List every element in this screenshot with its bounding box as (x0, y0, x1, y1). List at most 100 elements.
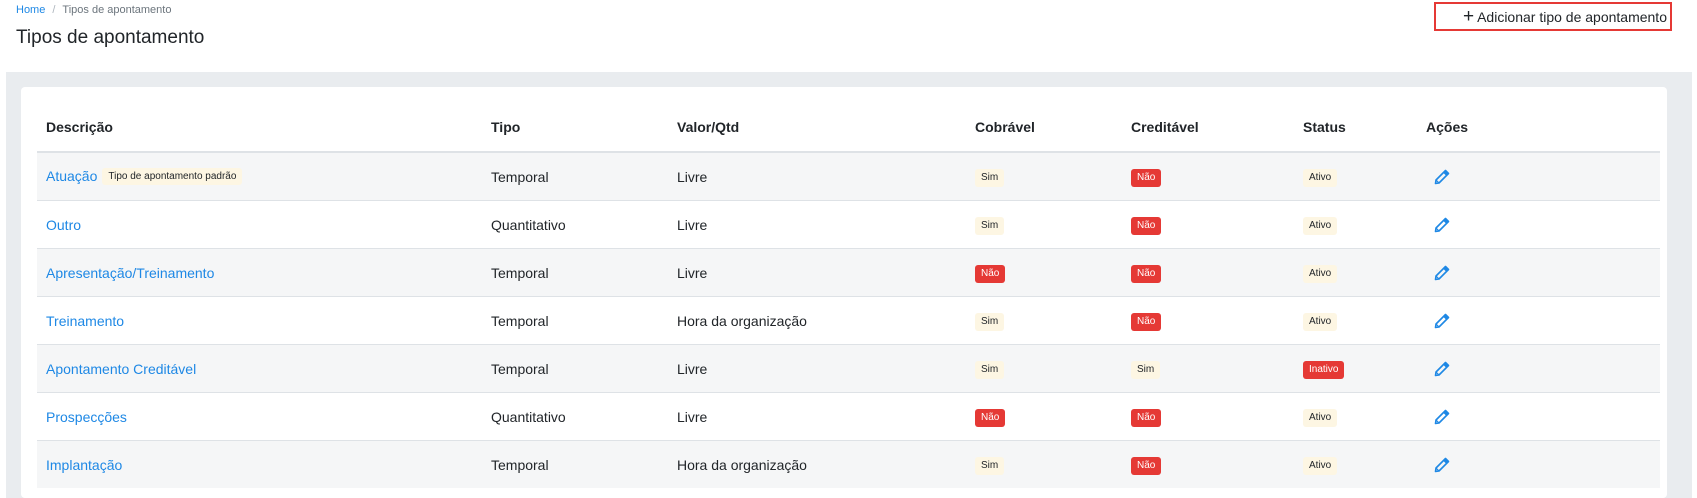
cobravel-badge: Sim (975, 456, 1005, 475)
cell-status: Ativo (1294, 248, 1417, 297)
cell-status: Ativo (1294, 392, 1417, 441)
cell-acoes (1417, 392, 1660, 441)
creditavel-badge: Não (1131, 216, 1162, 235)
cell-descricao: Apontamento Creditável (37, 344, 482, 393)
appointment-types-table: Descrição Tipo Valor/Qtd Cobrável Credit… (37, 103, 1660, 488)
cell-descricao: Prospecções (37, 392, 482, 441)
description-link[interactable]: Apontamento Creditável (46, 361, 196, 377)
pencil-icon[interactable] (1434, 361, 1450, 377)
cell-tipo: Quantitativo (482, 200, 668, 249)
status-badge: Ativo (1303, 312, 1338, 331)
table-row: Atuação Tipo de apontamento padrão Tempor… (37, 152, 1660, 201)
column-header-tipo[interactable]: Tipo (482, 103, 668, 153)
description-link[interactable]: Apresentação/Treinamento (46, 265, 214, 281)
cell-creditavel: Não (1122, 440, 1294, 488)
pencil-icon[interactable] (1434, 457, 1450, 473)
cell-cobravel: Sim (966, 344, 1122, 393)
cell-cobravel: Sim (966, 152, 1122, 201)
cell-valor: Livre (668, 200, 966, 249)
cell-status: Inativo (1294, 344, 1417, 393)
creditavel-badge: Não (1131, 168, 1162, 187)
column-header-descricao[interactable]: Descrição (37, 103, 482, 153)
breadcrumb-current: Tipos de apontamento (62, 4, 172, 16)
cell-cobravel: Sim (966, 440, 1122, 488)
page-title: Tipos de apontamento (16, 27, 205, 48)
pencil-icon[interactable] (1434, 313, 1450, 329)
cell-tipo: Temporal (482, 296, 668, 345)
cell-acoes (1417, 440, 1660, 488)
cell-tipo: Temporal (482, 152, 668, 201)
status-badge: Ativo (1303, 408, 1338, 427)
cell-valor: Livre (668, 344, 966, 393)
column-header-valor[interactable]: Valor/Qtd (668, 103, 966, 153)
cell-status: Ativo (1294, 152, 1417, 201)
cell-cobravel: Não (966, 392, 1122, 441)
description-link[interactable]: Outro (46, 217, 81, 233)
column-header-cobravel[interactable]: Cobrável (966, 103, 1122, 153)
description-link[interactable]: Treinamento (46, 313, 124, 329)
cell-valor: Hora da organização (668, 440, 966, 488)
pencil-icon[interactable] (1434, 409, 1450, 425)
breadcrumb-separator: / (52, 4, 56, 16)
cell-cobravel: Sim (966, 296, 1122, 345)
status-badge: Ativo (1303, 264, 1338, 283)
description-link[interactable]: Atuação (46, 168, 97, 184)
cell-valor: Hora da organização (668, 296, 966, 345)
cell-status: Ativo (1294, 296, 1417, 345)
status-badge: Ativo (1303, 168, 1338, 187)
table-row: Treinamento Temporal Hora da organização… (37, 296, 1660, 345)
cell-creditavel: Não (1122, 296, 1294, 345)
cobravel-badge: Não (975, 408, 1006, 427)
status-badge: Ativo (1303, 456, 1338, 475)
cell-creditavel: Não (1122, 200, 1294, 249)
cobravel-badge: Sim (975, 360, 1005, 379)
cell-creditavel: Não (1122, 152, 1294, 201)
cell-acoes (1417, 200, 1660, 249)
cobravel-badge: Sim (975, 216, 1005, 235)
cell-descricao: Apresentação/Treinamento (37, 248, 482, 297)
pencil-icon[interactable] (1434, 265, 1450, 281)
column-header-acoes: Ações (1417, 103, 1660, 153)
table-row: Apresentação/Treinamento Temporal Livre … (37, 248, 1660, 297)
cell-creditavel: Não (1122, 392, 1294, 441)
cell-acoes (1417, 296, 1660, 345)
cell-descricao: Atuação Tipo de apontamento padrão (37, 152, 482, 201)
table-row: Prospecções Quantitativo Livre Não Não A… (37, 392, 1660, 441)
cobravel-badge: Sim (975, 312, 1005, 331)
cell-tipo: Quantitativo (482, 392, 668, 441)
cell-cobravel: Não (966, 248, 1122, 297)
pencil-icon[interactable] (1434, 169, 1450, 185)
cell-status: Ativo (1294, 200, 1417, 249)
cell-tipo: Temporal (482, 248, 668, 297)
table-row: Implantação Temporal Hora da organização… (37, 440, 1660, 488)
creditavel-badge: Não (1131, 312, 1162, 331)
cell-acoes (1417, 248, 1660, 297)
pencil-icon[interactable] (1434, 217, 1450, 233)
cell-acoes (1417, 152, 1660, 201)
table-header-row: Descrição Tipo Valor/Qtd Cobrável Credit… (37, 103, 1660, 153)
creditavel-badge: Não (1131, 264, 1162, 283)
column-header-creditavel[interactable]: Creditável (1122, 103, 1294, 153)
default-type-badge: Tipo de apontamento padrão (102, 168, 243, 186)
creditavel-badge: Não (1131, 456, 1162, 475)
cell-status: Ativo (1294, 440, 1417, 488)
cell-tipo: Temporal (482, 440, 668, 488)
breadcrumb: Home / Tipos de apontamento (16, 4, 171, 16)
plus-icon: + (1462, 5, 1475, 27)
cobravel-badge: Não (975, 264, 1006, 283)
cobravel-badge: Sim (975, 168, 1005, 187)
cell-valor: Livre (668, 392, 966, 441)
add-appointment-type-button[interactable]: + Adicionar tipo de apontamento (1434, 2, 1672, 31)
table-row: Apontamento Creditável Temporal Livre Si… (37, 344, 1660, 393)
cell-cobravel: Sim (966, 200, 1122, 249)
description-link[interactable]: Prospecções (46, 409, 127, 425)
cell-descricao: Implantação (37, 440, 482, 488)
description-link[interactable]: Implantação (46, 457, 122, 473)
add-button-label: Adicionar tipo de apontamento (1477, 8, 1667, 25)
creditavel-badge: Sim (1131, 360, 1161, 379)
status-badge: Inativo (1303, 360, 1345, 379)
cell-acoes (1417, 344, 1660, 393)
column-header-status[interactable]: Status (1294, 103, 1417, 153)
cell-valor: Livre (668, 152, 966, 201)
breadcrumb-home-link[interactable]: Home (16, 4, 45, 16)
